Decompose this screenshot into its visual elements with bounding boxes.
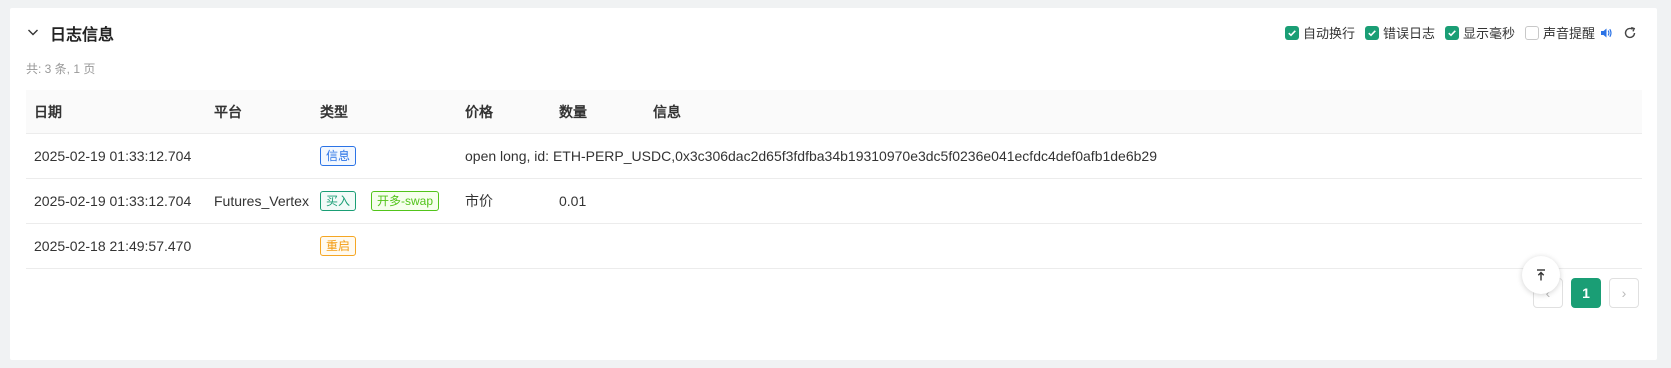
error-log-label: 错误日志: [1382, 26, 1435, 41]
checkbox-checked-icon[interactable]: [1444, 25, 1459, 40]
cell-platform: Futures_Vertex: [214, 193, 309, 209]
error-log-checkbox[interactable]: 错误日志: [1364, 23, 1435, 42]
type-tag-info: 信息: [320, 146, 357, 166]
type-tag-restart: 重启: [320, 236, 357, 256]
column-header-info: 信息: [653, 103, 681, 120]
show-ms-label: 显示毫秒: [1462, 26, 1515, 41]
cell-quantity: 0.01: [559, 193, 587, 209]
type-tag-open-long: 开多-swap: [371, 191, 440, 211]
panel-title: 日志信息: [50, 27, 115, 44]
table-header: 日期 平台 类型 价格 数量 信息: [26, 90, 1642, 134]
column-header-date: 日期: [34, 103, 62, 120]
cell-date: 2025-02-19 01:33:12.704: [34, 148, 192, 164]
panel-header: 日志信息 自动换行 错误日志 显示毫秒 声音提醒: [10, 8, 1657, 56]
cell-type: 重启: [320, 224, 357, 268]
type-tag-buy: 买入: [320, 191, 357, 211]
cell-price: 市价: [465, 193, 493, 209]
column-header-quantity: 数量: [559, 103, 587, 120]
refresh-button[interactable]: [1623, 26, 1637, 40]
cell-date: 2025-02-18 21:49:57.470: [34, 238, 192, 254]
auto-wrap-label: 自动换行: [1302, 26, 1355, 41]
table-row: 2025-02-19 01:33:12.704 Futures_Vertex 买…: [26, 179, 1642, 224]
column-header-platform: 平台: [214, 103, 242, 120]
cell-type: 信息: [320, 134, 357, 178]
column-header-price: 价格: [465, 103, 493, 120]
arrow-up-to-line-icon: [1537, 269, 1545, 281]
checkbox-unchecked-icon[interactable]: [1524, 25, 1539, 40]
speaker-icon[interactable]: [1599, 26, 1613, 40]
cell-type: 买入 开多-swap: [320, 179, 440, 223]
next-page-button[interactable]: ›: [1609, 278, 1639, 308]
sound-alert-label: 声音提醒: [1542, 26, 1595, 41]
back-to-top-button[interactable]: [1522, 256, 1560, 294]
table-row: 2025-02-18 21:49:57.470 重启: [26, 224, 1642, 269]
column-header-type: 类型: [320, 103, 348, 120]
log-count-summary: 共: 3 条, 1 页: [26, 62, 96, 76]
checkbox-checked-icon[interactable]: [1364, 25, 1379, 40]
log-options: 自动换行 错误日志 显示毫秒 声音提醒: [1284, 23, 1637, 42]
cell-date: 2025-02-19 01:33:12.704: [34, 193, 192, 209]
log-table: 日期 平台 类型 价格 数量 信息 2025-02-19 01:33:12.70…: [26, 90, 1642, 269]
refresh-icon: [1624, 26, 1636, 38]
cell-price: open long, id: ETH-PERP_USDC,0x3c306dac2…: [465, 148, 1157, 164]
page-1-button[interactable]: 1: [1571, 278, 1601, 308]
show-ms-checkbox[interactable]: 显示毫秒: [1444, 23, 1515, 42]
sound-alert-checkbox[interactable]: 声音提醒: [1524, 23, 1613, 42]
table-row: 2025-02-19 01:33:12.704 信息 open long, id…: [26, 134, 1642, 179]
log-panel: 日志信息 自动换行 错误日志 显示毫秒 声音提醒 共: 3 条, 1 页 日期 …: [10, 8, 1657, 360]
checkbox-checked-icon[interactable]: [1284, 25, 1299, 40]
auto-wrap-checkbox[interactable]: 自动换行: [1284, 23, 1355, 42]
chevron-down-icon[interactable]: [26, 25, 40, 39]
